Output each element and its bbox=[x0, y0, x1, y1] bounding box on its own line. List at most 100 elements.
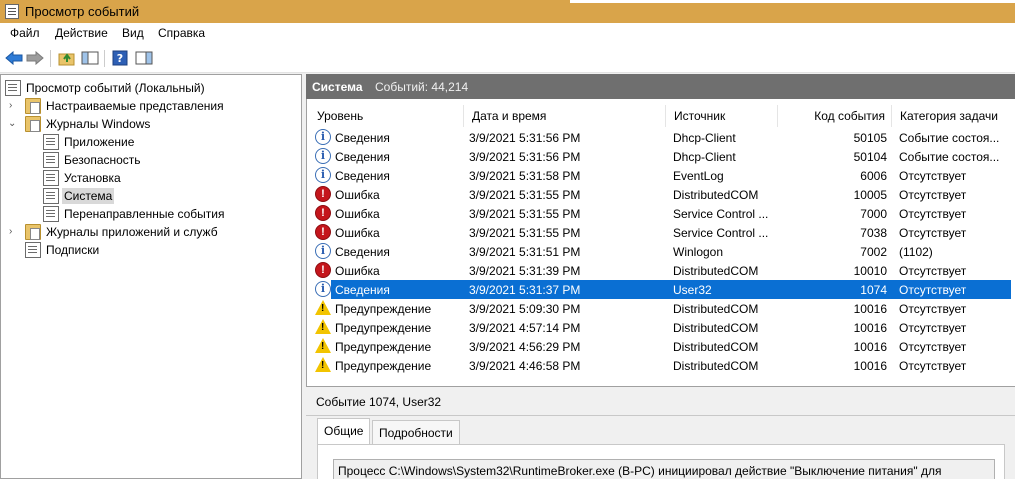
table-row[interactable]: i Сведения 3/9/2021 5:31:56 PM Dhcp-Client 5… bbox=[311, 128, 1011, 147]
event-count: Событий: 44,214 bbox=[375, 80, 469, 94]
column-header-level[interactable]: Уровень bbox=[309, 105, 463, 127]
cell-datetime: 3/9/2021 5:31:56 PM bbox=[469, 131, 581, 145]
column-header-event-id[interactable]: Код события bbox=[777, 105, 891, 127]
cell-level: Ошибка bbox=[335, 226, 380, 240]
tab-general[interactable]: Общие bbox=[317, 418, 371, 445]
warning-icon: ! bbox=[315, 357, 331, 373]
tree-item-system[interactable]: Система bbox=[43, 187, 115, 205]
svg-text:?: ? bbox=[117, 52, 123, 65]
table-row[interactable]: i Сведения 3/9/2021 5:31:56 PM Dhcp-Client 5… bbox=[311, 147, 1011, 166]
tree-item-root[interactable]: Просмотр событий (Локальный) bbox=[5, 79, 207, 97]
column-header-datetime[interactable]: Дата и время bbox=[463, 105, 665, 127]
forward-icon[interactable] bbox=[25, 48, 45, 68]
menu-action[interactable]: Действие bbox=[55, 26, 108, 40]
log-header: Система Событий: 44,214 bbox=[306, 74, 1015, 99]
table-row[interactable]: ! Предупреждение 3/9/2021 5:09:30 PM Distri… bbox=[311, 299, 1011, 318]
tree-item-label: Журналы Windows bbox=[46, 117, 151, 131]
info-icon: i bbox=[315, 167, 331, 183]
info-icon: i bbox=[315, 281, 331, 297]
warning-mark: ! bbox=[321, 303, 325, 314]
warning-mark: ! bbox=[321, 341, 325, 352]
menu-help[interactable]: Справка bbox=[158, 26, 205, 40]
menu-file[interactable]: Файл bbox=[10, 26, 40, 40]
toolbar-separator bbox=[104, 50, 105, 67]
table-row[interactable]: ! Ошибка 3/9/2021 5:31:55 PM Service Contro… bbox=[311, 204, 1011, 223]
tree-item-security[interactable]: Безопасность bbox=[43, 151, 143, 169]
cell-datetime: 3/9/2021 5:31:39 PM bbox=[469, 264, 581, 278]
help-icon[interactable]: ? bbox=[110, 48, 130, 68]
show-hide-actions-icon[interactable] bbox=[134, 48, 154, 68]
cell-event-id: 10016 bbox=[853, 302, 887, 316]
cell-event-id: 10010 bbox=[853, 264, 887, 278]
cell-datetime: 3/9/2021 5:31:55 PM bbox=[469, 226, 581, 240]
cell-event-id: 10016 bbox=[853, 359, 887, 373]
table-row[interactable]: i Сведения 3/9/2021 5:31:51 PM Winlogon 7002… bbox=[311, 242, 1011, 261]
cell-level: Предупреждение bbox=[335, 321, 432, 335]
tree-item-windows-logs[interactable]: Журналы Windows bbox=[25, 115, 152, 133]
tree-item-label: Перенаправленные события bbox=[64, 207, 225, 221]
cell-source: Dhcp-Client bbox=[673, 131, 736, 145]
cell-level: Сведения bbox=[335, 131, 390, 145]
tree-item-apps-services-logs[interactable]: Журналы приложений и служб bbox=[25, 223, 220, 241]
cell-level: Ошибка bbox=[335, 264, 380, 278]
event-detail-title: Событие 1074, User32 bbox=[316, 395, 442, 409]
cell-source: Service Control ... bbox=[673, 226, 769, 240]
column-header-source[interactable]: Источник bbox=[665, 105, 777, 127]
tree-item-forwarded-events[interactable]: Перенаправленные события bbox=[43, 205, 226, 223]
toolbar: ? bbox=[0, 44, 1015, 73]
tab-details[interactable]: Подробности bbox=[372, 420, 460, 445]
log-icon bbox=[43, 206, 59, 222]
cell-event-id: 7038 bbox=[860, 226, 887, 240]
chevron-down-icon[interactable]: ⌄ bbox=[8, 118, 17, 129]
table-row[interactable]: ! Предупреждение 3/9/2021 4:46:58 PM Distri… bbox=[311, 356, 1011, 375]
tree-item-setup[interactable]: Установка bbox=[43, 169, 123, 187]
tree-item-application[interactable]: Приложение bbox=[43, 133, 136, 151]
log-pane: Система Событий: 44,214 Уровень Дата и в… bbox=[306, 74, 1015, 479]
menu-view[interactable]: Вид bbox=[122, 26, 144, 40]
cell-event-id: 50104 bbox=[853, 150, 887, 164]
cell-event-id: 1074 bbox=[860, 283, 887, 297]
cell-datetime: 3/9/2021 4:57:14 PM bbox=[469, 321, 581, 335]
table-row[interactable]: i Сведения 3/9/2021 5:31:58 PM EventLog 6006… bbox=[311, 166, 1011, 185]
error-icon: ! bbox=[315, 205, 331, 221]
log-icon bbox=[43, 134, 59, 150]
show-hide-tree-icon[interactable] bbox=[80, 48, 100, 68]
cell-datetime: 3/9/2021 5:31:51 PM bbox=[469, 245, 581, 259]
tree-item-label: Приложение bbox=[64, 135, 135, 149]
cell-level: Сведения bbox=[335, 150, 390, 164]
tree-item-subscriptions[interactable]: Подписки bbox=[25, 241, 101, 259]
table-row[interactable]: ! Ошибка 3/9/2021 5:31:39 PM DistributedCOM… bbox=[311, 261, 1011, 280]
cell-level: Сведения bbox=[335, 283, 390, 297]
title-bar: Просмотр событий bbox=[0, 0, 1015, 23]
table-row[interactable]: ! Предупреждение 3/9/2021 4:56:29 PM Distri… bbox=[311, 337, 1011, 356]
cell-source: Dhcp-Client bbox=[673, 150, 736, 164]
up-folder-icon[interactable] bbox=[57, 48, 77, 68]
chevron-right-icon[interactable]: › bbox=[9, 100, 18, 111]
table-row[interactable]: ! Ошибка 3/9/2021 5:31:55 PM DistributedCOM… bbox=[311, 185, 1011, 204]
table-row[interactable]: ! Ошибка 3/9/2021 5:31:55 PM Service Contro… bbox=[311, 223, 1011, 242]
log-icon bbox=[43, 188, 59, 204]
cell-event-id: 6006 bbox=[860, 169, 887, 183]
tree-item-label: Подписки bbox=[46, 243, 100, 257]
table-row[interactable]: i Сведения 3/9/2021 5:31:37 PM User32 1074 От… bbox=[311, 280, 1011, 299]
cell-datetime: 3/9/2021 5:31:55 PM bbox=[469, 188, 581, 202]
chevron-right-icon[interactable]: › bbox=[9, 226, 18, 237]
table-row[interactable]: ! Предупреждение 3/9/2021 4:57:14 PM Distri… bbox=[311, 318, 1011, 337]
warning-icon: ! bbox=[315, 319, 331, 335]
cell-source: EventLog bbox=[673, 169, 724, 183]
cell-source: DistributedCOM bbox=[673, 340, 759, 354]
cell-event-id: 10016 bbox=[853, 321, 887, 335]
cell-level: Предупреждение bbox=[335, 302, 432, 316]
tree-item-label: Безопасность bbox=[64, 153, 141, 167]
folder-icon bbox=[25, 224, 41, 240]
back-icon[interactable] bbox=[4, 48, 24, 68]
cell-category: Событие состоя... bbox=[899, 150, 1000, 164]
tree-item-custom-views[interactable]: Настраиваемые представления bbox=[25, 97, 226, 115]
cell-source: Service Control ... bbox=[673, 207, 769, 221]
info-icon: i bbox=[315, 129, 331, 145]
tab-panel-general: Процесс C:\Windows\System32\RuntimeBroke… bbox=[317, 444, 1005, 479]
cell-datetime: 3/9/2021 5:09:30 PM bbox=[469, 302, 581, 316]
event-viewer-icon bbox=[5, 80, 21, 96]
column-header-category[interactable]: Категория задачи bbox=[891, 105, 1015, 127]
table-header: Уровень Дата и время Источник Код событи… bbox=[307, 105, 1015, 127]
